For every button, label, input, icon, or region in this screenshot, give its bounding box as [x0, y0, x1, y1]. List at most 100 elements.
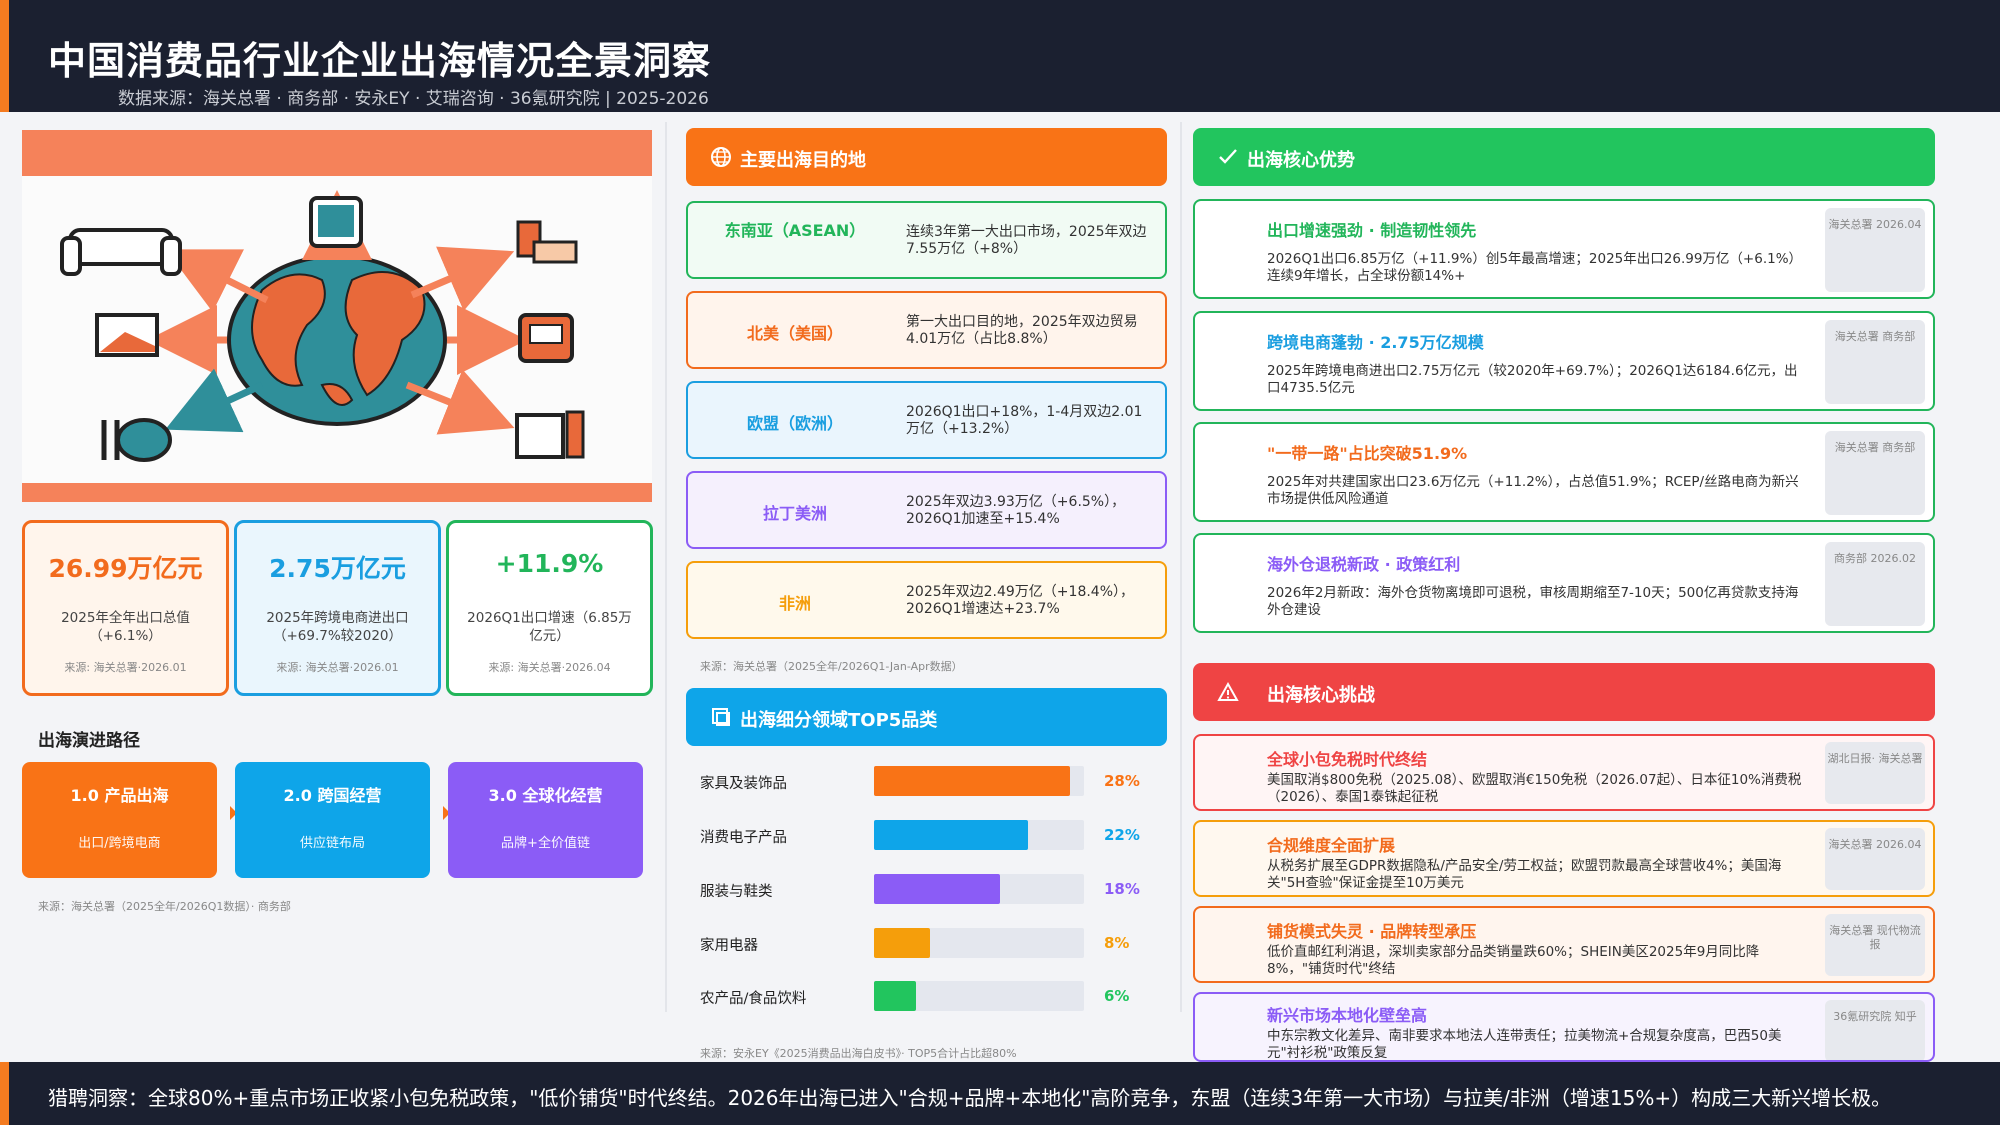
card-desc: 低价直邮红利消退，深圳卖家部分品类销量跌60%；SHEIN美区2025年9月同比… [1267, 944, 1760, 977]
top5-header: 出海细分领域TOP5品类 [686, 688, 1167, 746]
path-stage-2: 2.0 跨国经营 供应链布局 [235, 762, 430, 878]
destination-name: 非洲 [778, 594, 811, 613]
bar-track [874, 874, 1084, 904]
destination-africa: 非洲 2025年双边2.49万亿（+18.4%），2026Q1增速达+23.7% [686, 561, 1167, 639]
stat-source: 来源: 海关总署·2026.04 [488, 661, 611, 674]
stat-value: 26.99万亿元 [48, 554, 203, 583]
stage-title: 3.0 全球化经营 [488, 786, 603, 805]
stat-desc: 2025年跨境电商进出口（+69.7%较2020） [266, 610, 409, 644]
card-source-tag: 海关总署 2026.04 [1825, 208, 1925, 292]
destination-desc: 2025年双边2.49万亿（+18.4%），2026Q1增速达+23.7% [906, 584, 1135, 617]
stat-card-cross-border: 2.75万亿元 2025年跨境电商进出口（+69.7%较2020） 来源: 海关… [234, 520, 441, 696]
destination-name: 东南亚（ASEAN） [724, 221, 866, 240]
stat-value: 2.75万亿元 [269, 554, 406, 583]
card-desc: 中东宗教文化差异、南非要求本地法人连带责任；拉美物流+合规复杂度高，巴西50美元… [1267, 1028, 1782, 1061]
path-section-label: 出海演进路径 [38, 731, 140, 751]
page-subtitle: 数据来源：海关总署 · 商务部 · 安永EY · 艾瑞咨询 · 36氪研究院 |… [118, 89, 709, 109]
hero-illustration [22, 130, 652, 502]
advantage-card: "一带一路"占比突破51.9% 2025年对共建国家出口23.6万亿元（+11.… [1193, 422, 1935, 522]
stage-desc: 出口/跨境电商 [78, 836, 161, 851]
bar-value-label: 8% [1104, 934, 1130, 952]
bar [874, 981, 916, 1011]
page-title: 中国消费品行业企业出海情况全景洞察 [48, 39, 712, 83]
bar-value-label: 28% [1104, 772, 1140, 790]
footer-insight-text: 猎聘洞察：全球80%+重点市场正收紧小包免税政策，"低价铺货"时代终结。2026… [48, 1086, 1892, 1110]
globe-export-icon [60, 190, 585, 462]
bar-value-label: 6% [1104, 987, 1130, 1005]
advantages-header: 出海核心优势 [1193, 128, 1935, 186]
warning-icon [1217, 681, 1239, 701]
footer-accent-bar [0, 1062, 9, 1125]
bar [874, 928, 930, 958]
destination-north-america: 北美（美国） 第一大出口目的地，2025年双边贸易4.01万亿（占比8.8%） [686, 291, 1167, 369]
stage-desc: 供应链布局 [299, 836, 365, 851]
destination-asean: 东南亚（ASEAN） 连续3年第一大出口市场，2025年双边7.55万亿（+8%… [686, 201, 1167, 279]
card-title: 合规维度全面扩展 [1267, 836, 1396, 855]
stat-value: +11.9% [495, 549, 604, 578]
advantage-card: 跨境电商蓬勃 · 2.75万亿规模 2025年跨境电商进出口2.75万亿元（较2… [1193, 311, 1935, 411]
bar-category-label: 农产品/食品饮料 [700, 991, 807, 1007]
bar-row: 家用电器 8% [686, 928, 1166, 958]
bar-category-label: 服装与鞋类 [700, 884, 773, 900]
top5-source: 来源：安永EY《2025消费品出海白皮书》· TOP5合计占比超80% [700, 1047, 1017, 1060]
destination-desc: 连续3年第一大出口市场，2025年双边7.55万亿（+8%） [906, 224, 1147, 257]
column-divider [1180, 122, 1182, 1012]
header-accent-bar [0, 0, 9, 112]
card-desc: 美国取消$800免税（2025.08）、欧盟取消€150免税（2026.07起）… [1267, 772, 1802, 805]
section-title: 主要出海目的地 [740, 150, 866, 171]
card-desc: 2025年跨境电商进出口2.75万亿元（较2020年+69.7%）；2026Q1… [1267, 363, 1798, 396]
destination-desc: 2026Q1出口+18%，1-4月双边2.01万亿（+13.2%） [906, 404, 1143, 437]
path-stage-1: 1.0 产品出海 出口/跨境电商 [22, 762, 217, 878]
card-source-tag: 海关总署 现代物流报 [1825, 914, 1925, 976]
stat-desc: 2026Q1出口增速（6.85万亿元） [467, 610, 632, 644]
card-title: 新兴市场本地化壁垒高 [1267, 1006, 1428, 1025]
bar-track [874, 981, 1084, 1011]
destination-desc: 第一大出口目的地，2025年双边贸易4.01万亿（占比8.8%） [906, 314, 1138, 347]
bar [874, 820, 1028, 850]
destination-name: 拉丁美洲 [762, 504, 827, 523]
card-source-tag: 海关总署 2026.04 [1825, 828, 1925, 890]
card-title: 跨境电商蓬勃 · 2.75万亿规模 [1267, 333, 1484, 352]
card-title: 海外仓退税新政 · 政策红利 [1267, 555, 1461, 574]
bar-value-label: 22% [1104, 826, 1140, 844]
destination-name: 欧盟（欧洲） [746, 414, 843, 433]
advantage-card: 出口增速强劲 · 制造韧性领先 2026Q1出口6.85万亿（+11.9%）创5… [1193, 199, 1935, 299]
stat-source: 来源: 海关总署·2026.01 [276, 661, 399, 674]
checkmark-icon [1219, 149, 1237, 164]
bar-row: 农产品/食品饮料 6% [686, 981, 1166, 1011]
bar-value-label: 18% [1104, 880, 1140, 898]
card-source-tag: 海关总署 商务部 [1825, 320, 1925, 404]
destinations-header: 主要出海目的地 [686, 128, 1167, 186]
card-desc: 2025年对共建国家出口23.6万亿元（+11.2%），占总值51.9%；RCE… [1267, 474, 1799, 507]
destination-latin-america: 拉丁美洲 2025年双边3.93万亿（+6.5%），2026Q1加速至+15.4… [686, 471, 1167, 549]
section-title: 出海核心挑战 [1267, 685, 1375, 706]
card-source-tag: 商务部 2026.02 [1825, 542, 1925, 626]
bar-row: 消费电子产品 22% [686, 820, 1166, 850]
section-title: 出海细分领域TOP5品类 [740, 710, 938, 731]
advantage-card: 海外仓退税新政 · 政策红利 2026年2月新政：海外仓货物离境即可退税，审核周… [1193, 533, 1935, 633]
card-title: 全球小包免税时代终结 [1267, 750, 1428, 769]
path-source: 来源：海关总署（2025全年/2026Q1数据）· 商务部 [38, 900, 291, 913]
stage-desc: 品牌+全价值链 [501, 836, 590, 851]
column-divider [665, 122, 667, 1012]
stage-title: 2.0 跨国经营 [283, 786, 382, 805]
challenge-card: 合规维度全面扩展 从税务扩展至GDPR数据隐私/产品安全/劳工权益；欧盟罚款最高… [1193, 820, 1935, 897]
bar-row: 家具及装饰品 28% [686, 766, 1166, 796]
insight-footer: 猎聘洞察：全球80%+重点市场正收紧小包免税政策，"低价铺货"时代终结。2026… [0, 1062, 2000, 1125]
stage-title: 1.0 产品出海 [70, 786, 169, 805]
bar-track [874, 928, 1084, 958]
destination-desc: 2025年双边3.93万亿（+6.5%），2026Q1加速至+15.4% [906, 494, 1126, 527]
challenge-card: 铺货模式失灵 · 品牌转型承压 低价直邮红利消退，深圳卖家部分品类销量跌60%；… [1193, 906, 1935, 983]
destinations-source: 来源：海关总署（2025全年/2026Q1-Jan-Apr数据） [700, 660, 963, 673]
section-title: 出海核心优势 [1247, 150, 1355, 171]
stat-card-export-total: 26.99万亿元 2025年全年出口总值（+6.1%） 来源: 海关总署·202… [22, 520, 229, 696]
card-title: 铺货模式失灵 · 品牌转型承压 [1267, 922, 1477, 941]
bar-category-label: 家具及装饰品 [700, 776, 787, 792]
package-icon [712, 708, 730, 726]
bar-track [874, 820, 1084, 850]
page-header: 中国消费品行业企业出海情况全景洞察 数据来源：海关总署 · 商务部 · 安永EY… [0, 0, 2000, 112]
bar-row: 服装与鞋类 18% [686, 874, 1166, 904]
stat-source: 来源: 海关总署·2026.01 [64, 661, 187, 674]
destination-eu: 欧盟（欧洲） 2026Q1出口+18%，1-4月双边2.01万亿（+13.2%） [686, 381, 1167, 459]
card-source-tag: 36氪研究院 知乎 [1825, 1000, 1925, 1060]
